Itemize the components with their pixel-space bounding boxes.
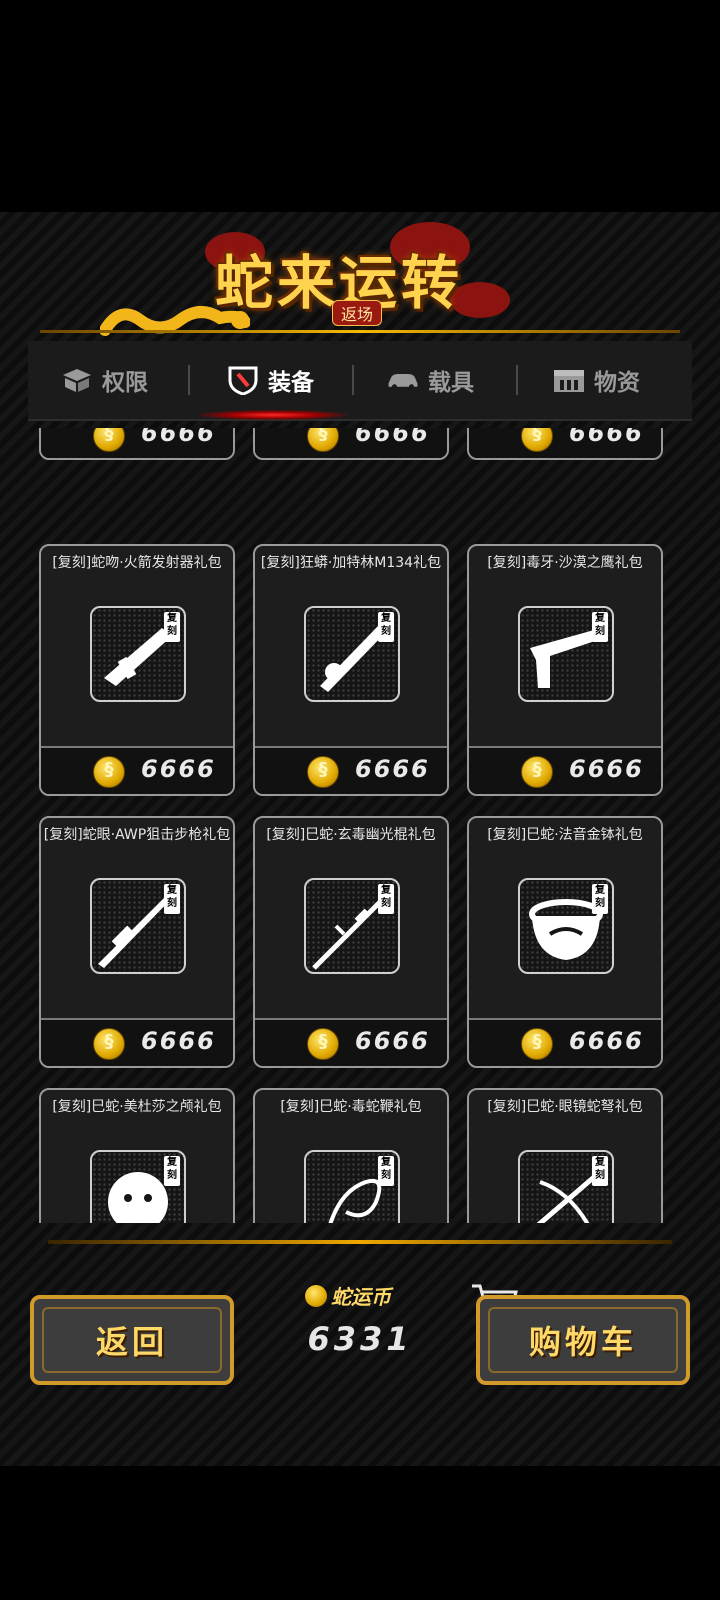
sniper-rifle-icon: 复刻: [90, 878, 186, 974]
box-icon: [60, 367, 94, 393]
item-price: 6666: [141, 755, 216, 783]
tab-label: 装备: [268, 370, 314, 396]
reissue-tag: 复刻: [164, 884, 180, 914]
crossbow-icon: 复刻: [518, 1150, 614, 1223]
item-grid[interactable]: 6666 6666 6666 [复刻]蛇吻·火箭发射器礼包 复刻 6666 [复…: [28, 428, 692, 1223]
reissue-tag: 复刻: [164, 1156, 180, 1186]
footer-divider: [48, 1240, 672, 1244]
tab-vehicles[interactable]: 载具: [386, 341, 474, 419]
item-price: 6666: [569, 1027, 644, 1055]
reissue-tag: 复刻: [378, 884, 394, 914]
item-card[interactable]: [复刻]巳蛇·毒蛇鞭礼包 复刻: [253, 1088, 449, 1223]
item-card[interactable]: [复刻]狂蟒·加特林M134礼包 复刻 6666: [253, 544, 449, 796]
item-price: 6666: [141, 1027, 216, 1055]
tab-label: 载具: [428, 370, 474, 396]
item-card[interactable]: 6666: [253, 428, 449, 460]
weapon-shield-icon: [226, 366, 260, 395]
item-title: [复刻]狂蟒·加特林M134礼包: [260, 555, 442, 571]
snake-coin-icon: [521, 756, 553, 788]
snake-coin-icon: [521, 428, 553, 452]
item-title: [复刻]巳蛇·毒蛇鞭礼包: [280, 1099, 422, 1115]
item-title: [复刻]巳蛇·玄毒幽光棍礼包: [266, 827, 436, 843]
price-bar: 6666: [469, 428, 661, 458]
snake-coin-icon: [307, 1028, 339, 1060]
item-price: 6666: [569, 428, 644, 447]
item-title: [复刻]巳蛇·眼镜蛇弩礼包: [487, 1099, 643, 1115]
snake-coin-icon: [93, 756, 125, 788]
item-card[interactable]: [复刻]毒牙·沙漠之鹰礼包 复刻 6666: [467, 544, 663, 796]
price-bar: 6666: [41, 1018, 233, 1066]
category-tabbar: 权限 装备 载具 物资: [28, 341, 692, 421]
tab-label: 权限: [102, 370, 148, 396]
item-title: [复刻]蛇吻·火箭发射器礼包: [52, 555, 222, 571]
item-title: [复刻]巳蛇·美杜莎之颅礼包: [52, 1099, 222, 1115]
reissue-tag: 复刻: [378, 612, 394, 642]
snake-coin-icon: [93, 428, 125, 452]
reissue-tag: 复刻: [592, 1156, 608, 1186]
tab-divider: [352, 365, 354, 395]
item-price: 6666: [355, 755, 430, 783]
item-card[interactable]: [复刻]蛇吻·火箭发射器礼包 复刻 6666: [39, 544, 235, 796]
title-divider: [40, 330, 680, 333]
price-bar: 6666: [41, 428, 233, 458]
snake-coin-icon: [307, 756, 339, 788]
medusa-head-icon: 复刻: [90, 1150, 186, 1223]
tab-equipment[interactable]: 装备: [226, 341, 314, 419]
crate-icon: [552, 367, 586, 393]
item-title: [复刻]巳蛇·法音金钵礼包: [487, 827, 643, 843]
tab-divider: [516, 365, 518, 395]
price-bar: 6666: [255, 746, 447, 794]
price-bar: 6666: [255, 1018, 447, 1066]
cart-button-label: 购物车: [528, 1323, 637, 1361]
car-icon: [386, 367, 420, 393]
item-card[interactable]: [复刻]蛇眼·AWP狙击步枪礼包 复刻 6666: [39, 816, 235, 1068]
item-price: 6666: [569, 755, 644, 783]
item-card[interactable]: [复刻]巳蛇·玄毒幽光棍礼包 复刻 6666: [253, 816, 449, 1068]
event-subtitle: 返场: [332, 300, 383, 326]
snake-coin-icon: [305, 1284, 327, 1307]
tab-permissions[interactable]: 权限: [60, 341, 148, 419]
gatling-gun-icon: 复刻: [304, 606, 400, 702]
item-card[interactable]: 6666: [467, 428, 663, 460]
currency-label-group: 蛇运币: [305, 1281, 391, 1310]
item-title: [复刻]毒牙·沙漠之鹰礼包: [487, 555, 643, 571]
snake-coin-icon: [307, 428, 339, 452]
reissue-tag: 复刻: [164, 612, 180, 642]
active-tab-indicator: [198, 410, 348, 420]
item-card[interactable]: [复刻]巳蛇·法音金钵礼包 复刻 6666: [467, 816, 663, 1068]
snake-coin-icon: [93, 1028, 125, 1060]
cart-button[interactable]: 购物车: [476, 1295, 690, 1385]
reissue-tag: 复刻: [592, 612, 608, 642]
snake-coin-icon: [521, 1028, 553, 1060]
item-card[interactable]: 6666: [39, 428, 235, 460]
price-bar: 6666: [469, 1018, 661, 1066]
rocket-launcher-icon: 复刻: [90, 606, 186, 702]
price-bar: 6666: [255, 428, 447, 458]
item-title: [复刻]蛇眼·AWP狙击步枪礼包: [43, 827, 231, 843]
tab-divider: [188, 365, 190, 395]
item-price: 6666: [355, 428, 430, 447]
tab-label: 物资: [594, 370, 640, 396]
whip-icon: 复刻: [304, 1150, 400, 1223]
currency-label: 蛇运币: [331, 1285, 391, 1309]
bowl-icon: 复刻: [518, 878, 614, 974]
reissue-tag: 复刻: [592, 884, 608, 914]
price-bar: 6666: [469, 746, 661, 794]
item-price: 6666: [355, 1027, 430, 1055]
staff-icon: 复刻: [304, 878, 400, 974]
price-bar: 6666: [41, 746, 233, 794]
item-price: 6666: [141, 428, 216, 447]
item-card[interactable]: [复刻]巳蛇·美杜莎之颅礼包 复刻: [39, 1088, 235, 1223]
pistol-icon: 复刻: [518, 606, 614, 702]
item-card[interactable]: [复刻]巳蛇·眼镜蛇弩礼包 复刻: [467, 1088, 663, 1223]
tab-supplies[interactable]: 物资: [552, 341, 640, 419]
reissue-tag: 复刻: [378, 1156, 394, 1186]
